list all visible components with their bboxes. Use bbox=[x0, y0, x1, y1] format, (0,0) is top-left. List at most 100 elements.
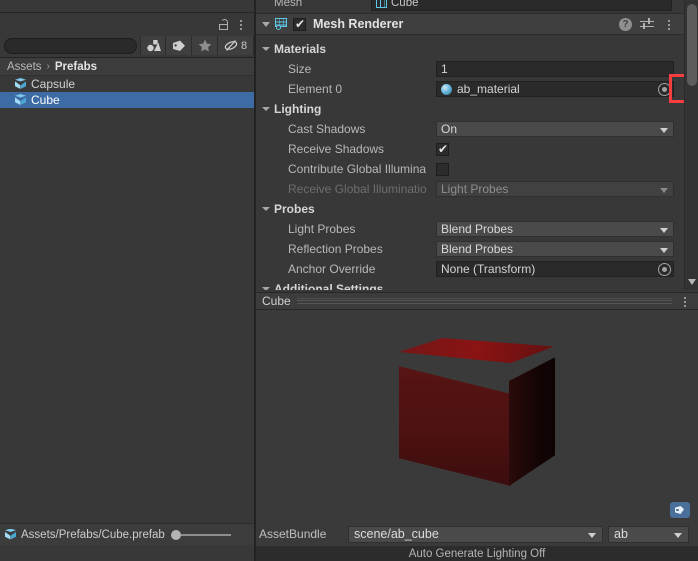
search-filter-buttons: 8 bbox=[140, 36, 254, 56]
property-row-receive-shadows: Receive Shadows bbox=[256, 139, 684, 159]
preview-kebab-menu-icon[interactable] bbox=[678, 293, 692, 309]
element-0-value: ab_material bbox=[457, 82, 520, 96]
reflection-probes-label: Reflection Probes bbox=[288, 242, 383, 256]
preview-header[interactable]: Cube bbox=[256, 292, 698, 310]
property-row-anchor-override: Anchor Override None (Transform) bbox=[256, 259, 684, 279]
size-input[interactable]: 1 bbox=[436, 61, 674, 77]
cube-3d-preview bbox=[399, 338, 555, 486]
reflection-probes-dropdown[interactable]: Blend Probes bbox=[436, 241, 674, 257]
assetbundle-label: AssetBundle bbox=[259, 527, 327, 541]
breadcrumb-separator-icon: › bbox=[46, 61, 50, 72]
asset-label-tag-icon[interactable] bbox=[670, 502, 690, 518]
project-panel-footer bbox=[0, 545, 254, 561]
property-row-reflection-probes: Reflection Probes Blend Probes bbox=[256, 239, 684, 259]
thumbnail-zoom-slider[interactable] bbox=[170, 529, 231, 540]
status-bar-text: Auto Generate Lighting Off bbox=[408, 548, 546, 560]
mesh-renderer-icon bbox=[274, 17, 289, 32]
section-label: Lighting bbox=[274, 102, 322, 116]
component-enabled-checkbox[interactable] bbox=[293, 17, 306, 31]
filter-by-label-icon[interactable] bbox=[166, 36, 192, 55]
preset-settings-icon[interactable] bbox=[640, 18, 654, 31]
scrollbar-thumb[interactable] bbox=[687, 4, 697, 86]
section-probes[interactable]: Probes bbox=[256, 199, 684, 219]
anchor-override-object-field[interactable]: None (Transform) bbox=[436, 261, 674, 277]
property-row-light-probes: Light Probes Blend Probes bbox=[256, 219, 684, 239]
zoom-slider-handle[interactable] bbox=[170, 529, 181, 540]
project-panel-toolbar bbox=[0, 13, 254, 34]
unity-editor-window: 8 Assets › Prefabs Capsule Cube Assets/P… bbox=[0, 0, 698, 561]
inspector-scroll-area: Mesh Cube Mesh Renderer ? bbox=[256, 0, 684, 290]
foldout-arrow-icon[interactable] bbox=[262, 207, 270, 211]
preview-resize-grip[interactable] bbox=[296, 298, 672, 304]
lock-open-icon[interactable] bbox=[216, 16, 232, 32]
foldout-arrow-icon[interactable] bbox=[262, 21, 270, 27]
light-probes-label: Light Probes bbox=[288, 222, 356, 236]
anchor-override-label: Anchor Override bbox=[288, 262, 376, 276]
section-materials[interactable]: Materials bbox=[256, 39, 684, 59]
section-label: Materials bbox=[274, 42, 327, 56]
component-title: Mesh Renderer bbox=[313, 17, 404, 31]
property-row-element-0: Element 0 ab_material bbox=[256, 79, 684, 99]
prefab-cube-icon bbox=[4, 528, 17, 541]
section-additional-settings[interactable]: Additional Settings bbox=[256, 279, 684, 290]
size-label: Size bbox=[288, 62, 312, 76]
object-picker-icon[interactable] bbox=[658, 83, 671, 96]
contribute-gi-checkbox[interactable] bbox=[436, 162, 449, 176]
receive-shadows-label: Receive Shadows bbox=[288, 142, 385, 156]
component-header-mesh-renderer[interactable]: Mesh Renderer ? bbox=[256, 13, 684, 35]
assetbundle-name-dropdown[interactable]: scene/ab_cube bbox=[348, 525, 603, 543]
list-item-cube[interactable]: Cube bbox=[0, 92, 254, 108]
foldout-arrow-icon[interactable] bbox=[262, 47, 270, 51]
property-row-cast-shadows: Cast Shadows On bbox=[256, 119, 684, 139]
element-0-label: Element 0 bbox=[288, 82, 343, 96]
prefab-cube-icon bbox=[14, 78, 27, 91]
mesh-icon bbox=[376, 0, 387, 8]
property-row-mesh: Mesh Cube bbox=[256, 0, 684, 12]
preview-toolbar bbox=[256, 498, 698, 522]
assetbundle-variant-dropdown[interactable]: ab bbox=[608, 525, 689, 543]
foldout-arrow-icon[interactable] bbox=[262, 107, 270, 111]
selected-asset-path: Assets/Prefabs/Cube.prefab bbox=[21, 528, 165, 541]
object-picker-icon[interactable] bbox=[658, 263, 671, 276]
inspector-panel: Mesh Cube Mesh Renderer ? bbox=[256, 0, 698, 561]
status-bar[interactable]: Auto Generate Lighting Off bbox=[256, 546, 698, 561]
cast-shadows-dropdown[interactable]: On bbox=[436, 121, 674, 137]
foldout-arrow-icon[interactable] bbox=[262, 287, 270, 290]
light-probes-dropdown[interactable]: Blend Probes bbox=[436, 221, 674, 237]
property-row-receive-gi: Receive Global Illuminatio Light Probes bbox=[256, 179, 684, 199]
scroll-down-arrow-icon[interactable] bbox=[688, 279, 696, 285]
receive-shadows-checkbox[interactable] bbox=[436, 142, 449, 156]
section-label: Additional Settings bbox=[274, 282, 384, 290]
list-item-label: Capsule bbox=[31, 77, 76, 91]
property-row-contribute-gi: Contribute Global Illumina bbox=[256, 159, 684, 179]
project-panel: 8 Assets › Prefabs Capsule Cube Assets/P… bbox=[0, 0, 254, 561]
mesh-object-field[interactable]: Cube bbox=[371, 0, 672, 11]
component-kebab-menu-icon[interactable] bbox=[662, 16, 676, 32]
breadcrumb-root[interactable]: Assets bbox=[7, 61, 42, 73]
assetbundle-row: AssetBundle scene/ab_cube ab bbox=[256, 522, 698, 546]
component-header-icons: ? bbox=[619, 16, 684, 32]
search-input[interactable] bbox=[4, 37, 137, 54]
help-icon[interactable]: ? bbox=[619, 17, 632, 31]
element-0-object-field[interactable]: ab_material bbox=[436, 81, 674, 97]
filter-by-type-icon[interactable] bbox=[140, 36, 166, 55]
asset-list: Capsule Cube bbox=[0, 76, 254, 523]
mesh-label: Mesh bbox=[274, 0, 303, 9]
saved-search-count: 8 bbox=[240, 39, 248, 52]
prefab-cube-icon bbox=[14, 94, 27, 107]
inspector-scrollbar[interactable] bbox=[684, 0, 698, 290]
preview-viewport[interactable] bbox=[256, 310, 698, 515]
property-row-size: Size 1 bbox=[256, 59, 684, 79]
section-label: Probes bbox=[274, 202, 315, 216]
breadcrumb-current[interactable]: Prefabs bbox=[55, 61, 97, 73]
cast-shadows-label: Cast Shadows bbox=[288, 122, 366, 136]
material-preview-icon bbox=[441, 83, 452, 95]
section-lighting[interactable]: Lighting bbox=[256, 99, 684, 119]
list-item-capsule[interactable]: Capsule bbox=[0, 76, 254, 92]
favorites-star-icon[interactable] bbox=[192, 36, 218, 55]
preview-title: Cube bbox=[262, 294, 291, 308]
receive-gi-dropdown: Light Probes bbox=[436, 181, 674, 197]
saved-search-icon[interactable]: 8 bbox=[218, 36, 254, 55]
zoom-slider-track bbox=[180, 533, 231, 536]
project-panel-kebab-menu-icon[interactable] bbox=[234, 16, 248, 32]
